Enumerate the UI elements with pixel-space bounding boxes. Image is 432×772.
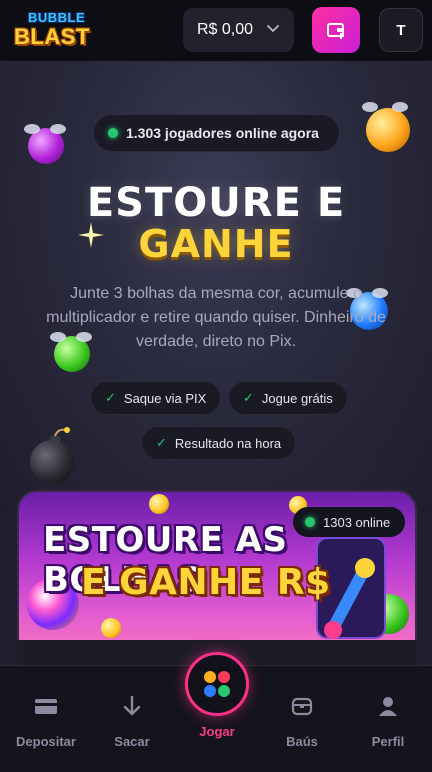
- nav-item-depositar[interactable]: Depositar: [6, 696, 86, 749]
- wing-decoration: [50, 124, 66, 134]
- wing-decoration: [392, 102, 408, 112]
- hero-subtitle: Junte 3 bolhas da mesma cor, acumule o m…: [46, 285, 386, 350]
- online-status-dot: [108, 128, 118, 138]
- gold-coin-decoration: [149, 494, 169, 514]
- hero-title-line1: ESTOURE E: [86, 180, 346, 226]
- user-icon: [379, 697, 397, 716]
- chip-label: Resultado na hora: [174, 435, 282, 451]
- banner-online-text: 1303 online: [323, 514, 391, 530]
- nav-item-sacar[interactable]: Sacar: [92, 696, 172, 749]
- chip-label: Jogue grátis: [261, 390, 333, 406]
- feature-chip-free: ✓ Jogue grátis: [228, 381, 348, 415]
- players-online-text: 1.303 jogadores online agora: [126, 125, 319, 141]
- online-status-dot: [305, 517, 315, 527]
- nav-label: Baús: [286, 734, 318, 749]
- hero-title-line2: GANHE: [138, 222, 294, 266]
- check-icon: ✓: [156, 435, 167, 450]
- nav-label: Sacar: [114, 734, 150, 749]
- user-avatar[interactable]: T: [379, 8, 423, 52]
- gold-coin-decoration: [101, 618, 121, 638]
- chevron-down-icon: [267, 25, 279, 33]
- arrow-down-icon: [123, 696, 141, 716]
- balance-dropdown[interactable]: R$ 0,00: [183, 8, 294, 52]
- banner-online-badge: 1303 online: [293, 507, 405, 537]
- chip-label: Saque via PIX: [123, 390, 207, 406]
- logo-top-text: BUBBLE: [28, 10, 86, 25]
- nav-item-baus[interactable]: Baús: [262, 696, 342, 749]
- wallet-deposit-button[interactable]: [312, 7, 360, 53]
- credit-card-icon: [35, 699, 57, 714]
- bubble-blast-logo[interactable]: BUBBLE BLAST: [14, 10, 106, 52]
- players-online-pill: 1.303 jogadores online agora: [93, 114, 340, 152]
- banner-headline-line2: E GANHE R$: [81, 562, 331, 603]
- play-button[interactable]: [185, 652, 249, 716]
- nav-label-jogar[interactable]: Jogar: [177, 724, 257, 739]
- bomb-decoration: [30, 440, 74, 484]
- wing-decoration: [362, 102, 378, 112]
- nav-label: Depositar: [16, 734, 76, 749]
- feature-chip-pix: ✓ Saque via PIX: [90, 381, 222, 415]
- feature-chip-instant: ✓ Resultado na hora: [141, 426, 297, 460]
- orange-bubble-decoration: [366, 108, 410, 152]
- bomb-fuse-icon: [50, 427, 70, 444]
- logo-bottom-text: BLAST: [14, 24, 90, 49]
- top-bar: BUBBLE BLAST R$ 0,00 T: [0, 0, 432, 62]
- balance-value: R$ 0,00: [197, 21, 254, 38]
- nav-item-perfil[interactable]: Perfil: [348, 696, 428, 749]
- wing-decoration: [24, 124, 40, 134]
- check-icon: ✓: [105, 390, 116, 405]
- nav-label: Perfil: [371, 734, 405, 749]
- treasure-chest-icon: [291, 697, 313, 716]
- colored-bubbles-icon: [204, 671, 230, 697]
- check-icon: ✓: [243, 390, 254, 405]
- wallet-plus-icon: [327, 23, 344, 39]
